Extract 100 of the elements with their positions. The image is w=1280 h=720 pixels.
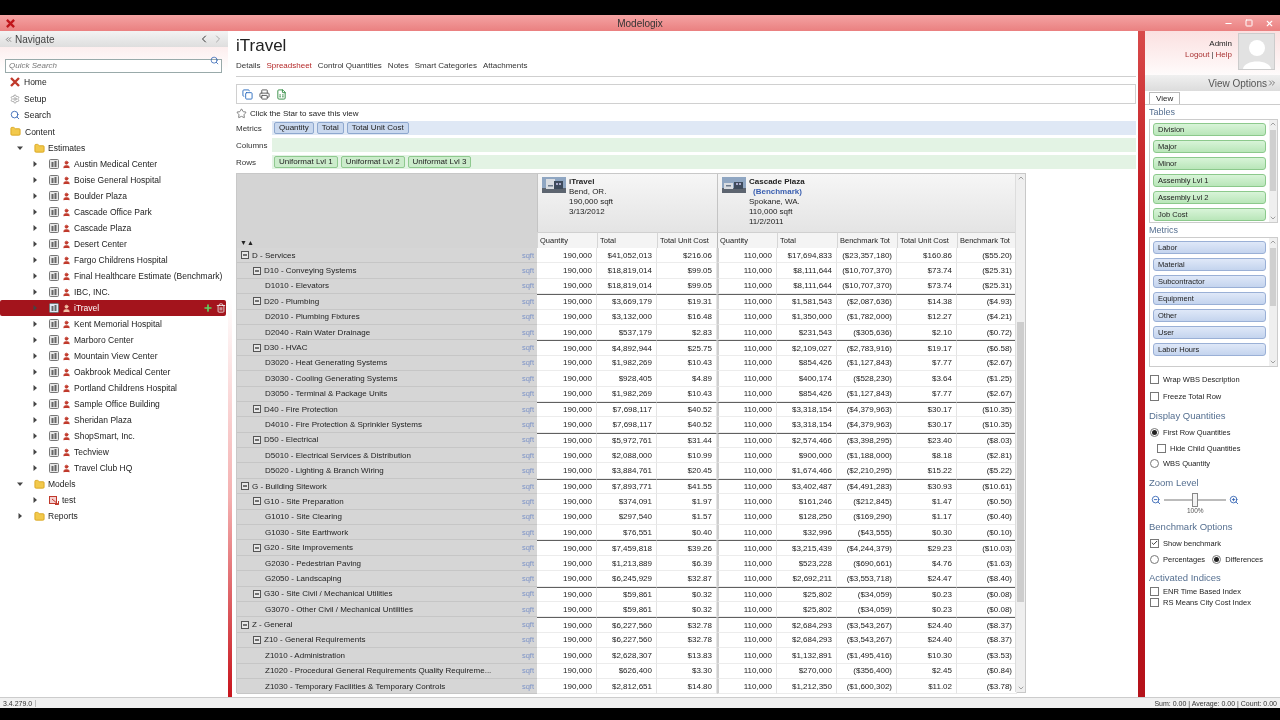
collapse-icon[interactable] (253, 635, 261, 644)
row-chip[interactable]: Uniformat Lvl 1 (274, 156, 338, 168)
tree-item[interactable]: IBC, INC. (0, 284, 226, 300)
collapse-icon[interactable] (241, 620, 249, 629)
metric-chip[interactable]: Quantity (274, 122, 314, 134)
printer-icon[interactable] (259, 88, 270, 100)
tree-item[interactable]: Oakbrook Medical Center (0, 364, 226, 380)
user-link[interactable]: Help (1215, 50, 1232, 59)
collapsed-arrow-icon[interactable] (32, 497, 38, 503)
collapse-icon[interactable] (241, 482, 249, 491)
collapse-icon[interactable] (253, 405, 261, 414)
star-icon[interactable] (236, 107, 247, 119)
expanded-arrow-icon[interactable] (17, 481, 23, 487)
collapsed-arrow-icon[interactable] (32, 177, 38, 183)
checkbox[interactable] (1150, 375, 1159, 384)
collapsed-arrow-icon[interactable] (32, 321, 38, 327)
collapse-icon[interactable] (253, 497, 261, 506)
copy-icon[interactable] (242, 88, 253, 100)
tab[interactable]: Smart Categories (414, 60, 477, 70)
expanded-arrow-icon[interactable] (17, 145, 23, 151)
zoom-out-icon[interactable] (1151, 495, 1161, 505)
collapsed-arrow-icon[interactable] (32, 417, 38, 423)
radio-button[interactable] (1212, 554, 1222, 564)
collapse-icon[interactable] (241, 251, 249, 260)
collapsed-arrow-icon[interactable] (32, 257, 38, 263)
checkbox[interactable] (1150, 392, 1159, 401)
checkbox[interactable] (1150, 538, 1159, 548)
collapsed-arrow-icon[interactable] (32, 401, 38, 407)
row-chip[interactable]: Uniformat Lvl 2 (340, 156, 405, 168)
tree-item[interactable]: Cascade Office Park (0, 204, 226, 220)
tree-item[interactable]: iTravel (0, 300, 226, 316)
collapsed-arrow-icon[interactable] (32, 209, 38, 215)
checkbox[interactable] (1157, 443, 1166, 453)
tree-item[interactable]: Austin Medical Center (0, 156, 226, 172)
tree-item[interactable]: Boulder Plaza (0, 188, 226, 204)
tree-item[interactable]: Reports (0, 508, 226, 524)
radio-button[interactable] (1150, 459, 1159, 468)
spreadsheet-icon[interactable] (276, 88, 287, 100)
nav-link[interactable]: Content (0, 123, 228, 140)
tree-item[interactable]: Desert Center (0, 236, 226, 252)
nav-link[interactable]: Setup (0, 90, 228, 107)
tab[interactable]: Attachments (483, 60, 528, 70)
metric-chip[interactable]: Total (316, 122, 344, 134)
collapsed-arrow-icon[interactable] (32, 241, 38, 247)
tab[interactable]: View (1149, 92, 1181, 104)
collapsed-arrow-icon[interactable] (32, 449, 38, 455)
collapsed-arrow-icon[interactable] (32, 465, 38, 471)
collapsed-arrow-icon[interactable] (32, 289, 38, 295)
tree-item[interactable]: Techview (0, 444, 226, 460)
view-options-header[interactable]: View Options (1145, 75, 1280, 91)
collapsed-arrow-icon[interactable] (32, 433, 38, 439)
tree-item[interactable]: Fargo Childrens Hospital (0, 252, 226, 268)
collapsed-arrow-icon[interactable] (32, 337, 38, 343)
benchmark-link[interactable]: (Benchmark) (749, 187, 805, 197)
collapsed-arrow-icon[interactable] (32, 225, 38, 231)
tree-item[interactable]: Boise General Hospital (0, 172, 226, 188)
tab[interactable]: Details (236, 60, 261, 70)
checkbox[interactable] (1150, 587, 1159, 596)
collapse-icon[interactable] (253, 589, 261, 598)
tab[interactable]: Control Quantities (317, 60, 382, 70)
collapsed-arrow-icon[interactable] (17, 513, 23, 519)
tab[interactable]: Spreadsheet (266, 60, 312, 70)
collapse-icon[interactable] (253, 297, 261, 306)
collapse-icon[interactable] (253, 543, 261, 552)
nav-link[interactable]: Search (0, 107, 228, 124)
tree-item[interactable]: Sample Office Building (0, 396, 226, 412)
search-field[interactable]: Quick Search (5, 58, 222, 73)
radio-button[interactable] (1150, 554, 1159, 564)
tree-item[interactable]: Cascade Plaza (0, 220, 226, 236)
collapsed-arrow-icon[interactable] (32, 353, 38, 359)
tree-item[interactable]: Estimates (0, 140, 226, 156)
collapse-icon[interactable] (253, 343, 261, 352)
collapsed-arrow-icon[interactable] (32, 369, 38, 375)
tree-item[interactable]: Sheridan Plaza (0, 412, 226, 428)
slider-thumb[interactable] (1192, 493, 1198, 507)
search-icon[interactable] (210, 56, 219, 65)
tree-item[interactable]: test (0, 492, 226, 508)
tree-item[interactable]: Marboro Center (0, 332, 226, 348)
user-link[interactable]: Logout (1185, 50, 1210, 59)
add-icon[interactable] (203, 303, 213, 313)
radio-button[interactable] (1150, 428, 1159, 437)
zoom-slider[interactable] (1164, 493, 1226, 507)
checkbox[interactable] (1150, 598, 1159, 607)
collapse-icon[interactable] (253, 435, 261, 444)
zoom-in-icon[interactable] (1229, 495, 1239, 505)
collapsed-arrow-icon[interactable] (32, 161, 38, 167)
nav-link[interactable]: Home (0, 74, 228, 91)
collapsed-arrow-icon[interactable] (32, 193, 38, 199)
collapsed-arrow-icon[interactable] (32, 385, 38, 391)
collapsed-arrow-icon[interactable] (32, 273, 38, 279)
collapse-icon[interactable] (253, 266, 261, 275)
tree-item[interactable]: Mountain View Center (0, 348, 226, 364)
tab[interactable]: Notes (387, 60, 409, 70)
tree-item[interactable]: ShopSmart, Inc. (0, 428, 226, 444)
tree-item[interactable]: Final Healthcare Estimate (Benchmark) (0, 268, 226, 284)
row-chip[interactable]: Uniformat Lvl 3 (407, 156, 472, 168)
tree-item[interactable]: Travel Club HQ (0, 460, 226, 476)
metric-chip[interactable]: Total Unit Cost (346, 122, 409, 134)
tree-item[interactable]: Portland Childrens Hospital (0, 380, 226, 396)
tree-item[interactable]: Kent Memorial Hospital (0, 316, 226, 332)
